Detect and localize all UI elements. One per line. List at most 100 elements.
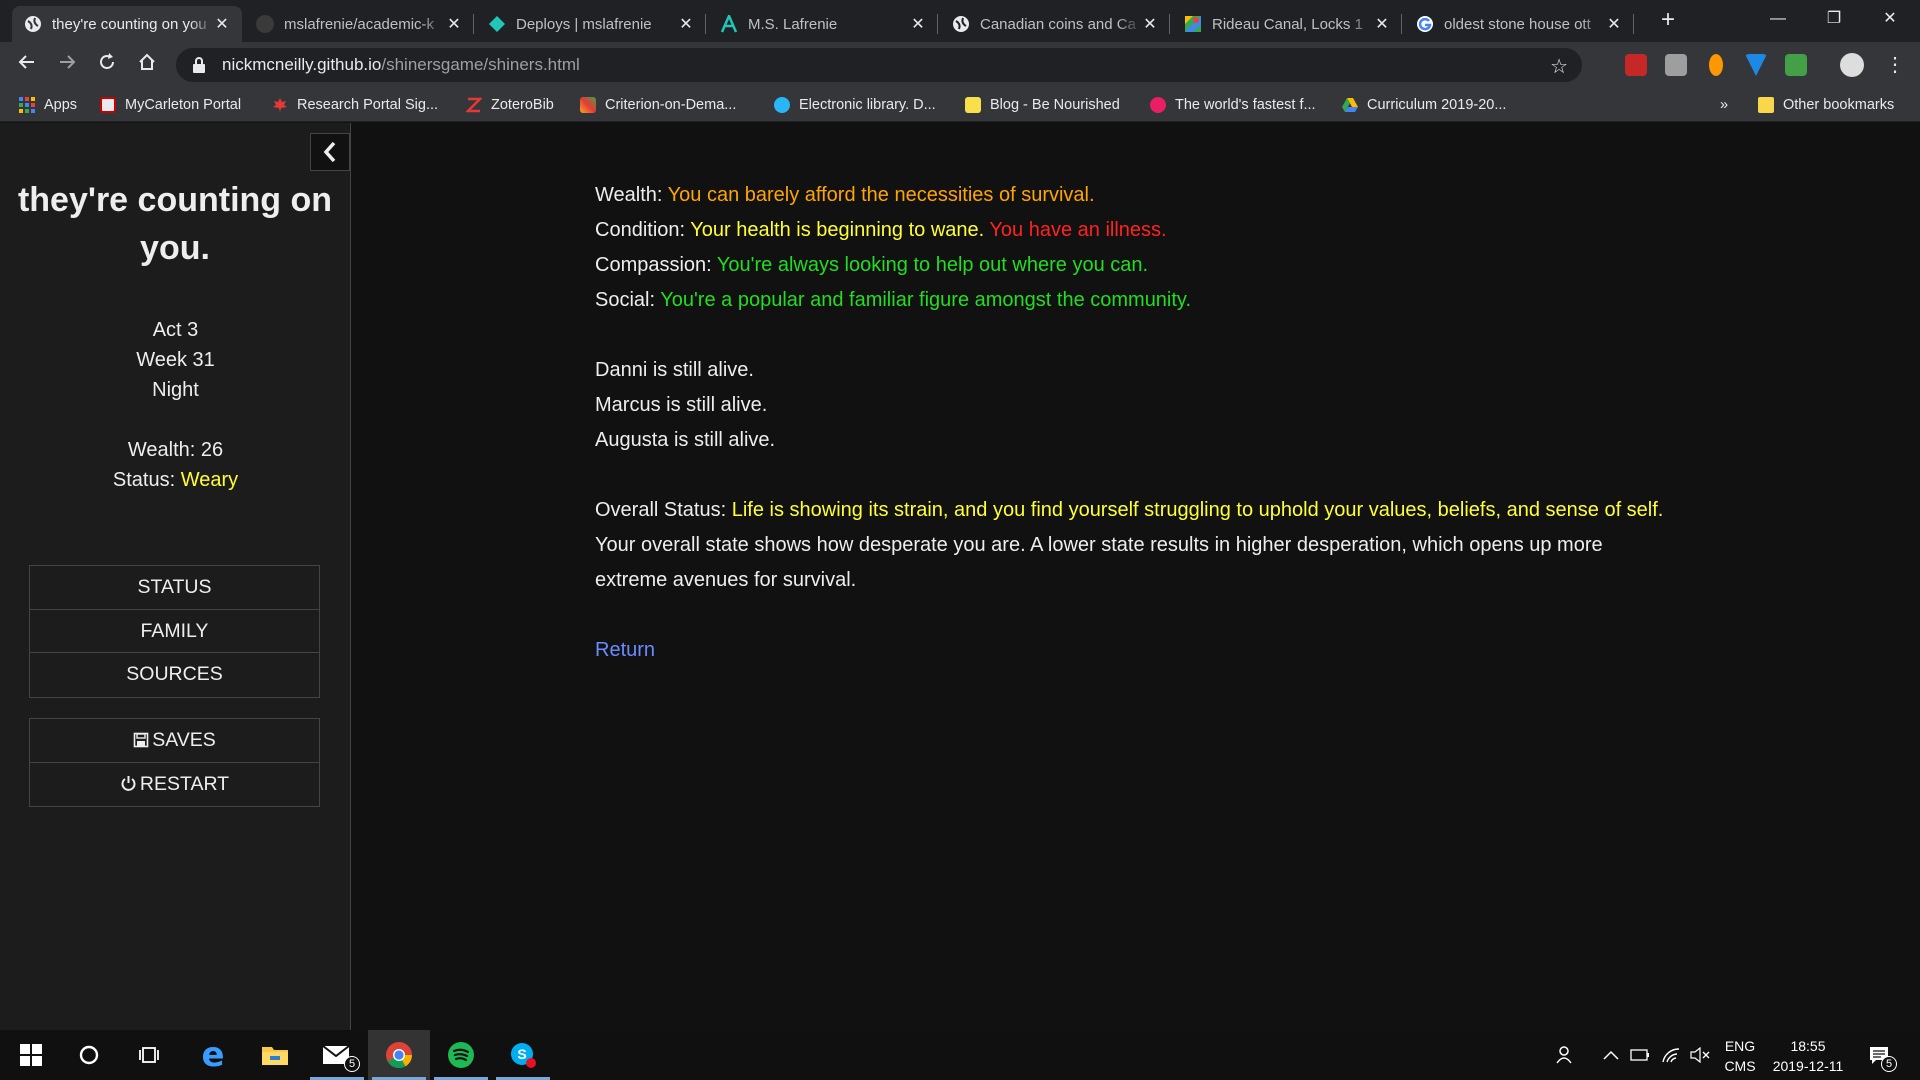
edge-taskbar-button[interactable]: e: [182, 1030, 244, 1080]
action-center-button[interactable]: 5: [1868, 1030, 1897, 1080]
menu-status[interactable]: STATUS: [30, 566, 319, 610]
volume-muted-icon[interactable]: [1690, 1030, 1710, 1080]
bookmark-label: Blog - Be Nourished: [990, 97, 1120, 113]
show-hidden-icons-button[interactable]: [1603, 1030, 1619, 1080]
bookmark-criterion[interactable]: Criterion-on-Dema...: [580, 94, 736, 116]
close-tab-icon[interactable]: ✕: [446, 14, 462, 34]
bookmarks-bar: Apps MyCarleton Portal Research Portal S…: [0, 88, 1920, 122]
close-tab-icon[interactable]: ✕: [1606, 14, 1622, 34]
file-explorer-button[interactable]: [244, 1030, 306, 1080]
start-button[interactable]: [0, 1030, 62, 1080]
browser-tab-strip: they're counting on you ✕ mslafrenie/aca…: [0, 0, 1920, 42]
tab-title: Rideau Canal, Locks 1: [1212, 15, 1363, 33]
clock[interactable]: 18:55 2019-12-11: [1766, 1036, 1850, 1076]
extension-icon[interactable]: [1665, 54, 1687, 76]
tab-title: mslafrenie/academic-k: [284, 15, 435, 33]
compassion-line: Compassion: You're always looking to hel…: [595, 248, 1725, 283]
menu-kebab-icon[interactable]: ⋮: [1880, 50, 1910, 80]
wifi-icon[interactable]: [1662, 1030, 1680, 1080]
input-language[interactable]: ENG CMS: [1716, 1036, 1764, 1076]
battery-icon[interactable]: [1630, 1030, 1650, 1080]
tab-title: Canadian coins and Ca: [980, 15, 1136, 33]
close-tab-icon[interactable]: ✕: [214, 14, 230, 34]
more-bookmarks-button[interactable]: »: [1720, 94, 1728, 116]
bookmark-worlds-fastest[interactable]: The world's fastest f...: [1150, 94, 1316, 116]
shield-extension-icon[interactable]: [1745, 54, 1767, 76]
act-label: Act 3: [152, 319, 199, 341]
wealth-label: Wealth:: [595, 184, 668, 206]
language-code: ENG: [1724, 1038, 1756, 1054]
chevron-left-icon: [323, 141, 336, 163]
close-tab-icon[interactable]: ✕: [1374, 14, 1390, 34]
home-icon: [139, 53, 155, 70]
menu-sources[interactable]: SOURCES: [30, 653, 319, 697]
close-tab-icon[interactable]: ✕: [1142, 14, 1158, 34]
honey-extension-icon[interactable]: [1709, 54, 1723, 76]
chrome-taskbar-button[interactable]: [368, 1030, 430, 1080]
grammarly-extension-icon[interactable]: [1785, 54, 1807, 76]
return-link[interactable]: Return: [595, 639, 655, 661]
menu-family[interactable]: FAMILY: [30, 610, 319, 653]
arrow-right-icon: [60, 55, 76, 69]
cortana-search-button[interactable]: [58, 1030, 120, 1080]
back-button[interactable]: [12, 50, 42, 80]
people-icon[interactable]: [1556, 1030, 1576, 1080]
chrome-icon: [386, 1042, 413, 1069]
bookmark-star-icon[interactable]: ☆: [1550, 54, 1568, 79]
chevron-up-icon: [1603, 1050, 1619, 1060]
profile-avatar[interactable]: [1840, 53, 1864, 77]
clock-date: 2019-12-11: [1772, 1058, 1844, 1074]
tab-ms-lafrenie[interactable]: M.S. Lafrenie ✕: [708, 6, 938, 42]
spotify-taskbar-button[interactable]: [430, 1030, 492, 1080]
condition-line: Condition: Your health is beginning to w…: [595, 213, 1725, 248]
pocket-extension-icon[interactable]: [1625, 54, 1647, 76]
tab-rideau-canal[interactable]: Rideau Canal, Locks 1 ✕: [1172, 6, 1402, 42]
close-window-button[interactable]: ✕: [1862, 0, 1918, 40]
tab-canadian-coins[interactable]: Canadian coins and Ca ✕: [940, 6, 1170, 42]
url-host: nickmcneilly.github.io: [222, 55, 382, 74]
restore-button[interactable]: ❐: [1806, 0, 1862, 40]
tab-oldest-stone-house[interactable]: oldest stone house ott ✕: [1404, 6, 1634, 42]
bookmark-research-portal[interactable]: Research Portal Sig...: [272, 94, 438, 116]
tab-github[interactable]: mslafrenie/academic-k ✕: [244, 6, 474, 42]
saves-button[interactable]: SAVES: [30, 719, 319, 763]
close-tab-icon[interactable]: ✕: [910, 14, 926, 34]
bookmark-be-nourished[interactable]: Blog - Be Nourished: [965, 94, 1120, 116]
bookmark-zoterobib[interactable]: ZoteroBib: [464, 94, 554, 116]
close-tab-icon[interactable]: ✕: [678, 14, 694, 34]
home-button[interactable]: [132, 50, 162, 80]
collapse-sidebar-button[interactable]: [310, 133, 350, 171]
bookmark-mycarleton[interactable]: MyCarleton Portal: [100, 94, 241, 116]
new-tab-button[interactable]: +: [1655, 8, 1681, 34]
drive-icon: [1342, 97, 1358, 113]
bookmark-label: Criterion-on-Dema...: [605, 97, 737, 113]
bookmark-curriculum[interactable]: Curriculum 2019-20...: [1342, 94, 1506, 116]
criterion-icon: [580, 97, 596, 113]
bookmark-electronic-library[interactable]: Electronic library. D...: [774, 94, 936, 116]
reload-button[interactable]: [92, 50, 122, 80]
forward-button[interactable]: [52, 50, 82, 80]
restart-button[interactable]: RESTART: [30, 763, 319, 807]
library-icon: [774, 97, 790, 113]
address-bar[interactable]: nickmcneilly.github.io/shinersgame/shine…: [176, 48, 1582, 82]
mail-taskbar-button[interactable]: 5: [306, 1030, 368, 1080]
lock-icon: [192, 57, 208, 73]
tab-theyre-counting-on-you[interactable]: they're counting on you ✕: [12, 6, 242, 42]
bookmark-apps[interactable]: Apps: [19, 94, 77, 116]
tab-netlify-deploys[interactable]: Deploys | mslafrenie ✕: [476, 6, 706, 42]
bookmark-label: Apps: [44, 97, 78, 113]
skype-taskbar-button[interactable]: S: [492, 1030, 554, 1080]
arrow-left-icon: [18, 55, 34, 69]
globe-icon: [24, 15, 42, 33]
hubspot-icon: [1150, 97, 1166, 113]
other-bookmarks-folder[interactable]: Other bookmarks: [1758, 94, 1894, 116]
minimize-button[interactable]: —: [1750, 0, 1806, 40]
tab-title: Deploys | mslafrenie: [516, 15, 652, 33]
bookmark-label: MyCarleton Portal: [125, 97, 242, 113]
task-view-button[interactable]: [118, 1030, 180, 1080]
folder-icon: [262, 1047, 288, 1065]
bookmark-label: Electronic library. D...: [799, 97, 936, 113]
apps-grid-icon: [19, 97, 35, 113]
social-description: You're a popular and familiar figure amo…: [660, 289, 1192, 311]
browser-toolbar: nickmcneilly.github.io/shinersgame/shine…: [0, 42, 1920, 88]
